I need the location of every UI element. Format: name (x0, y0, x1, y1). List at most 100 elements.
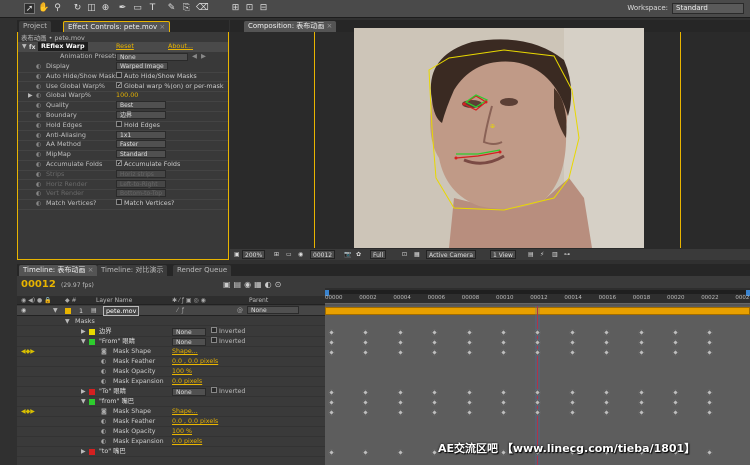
view-axis-icon[interactable]: ⊟ (258, 3, 269, 14)
keyframe-marker[interactable] (362, 448, 370, 457)
keyframe-marker[interactable] (465, 328, 473, 337)
prop-select[interactable]: 1x1 (116, 130, 166, 139)
checkbox[interactable] (116, 120, 122, 127)
keyframe-marker[interactable] (431, 408, 439, 417)
mask-row[interactable]: ▶ 边界 None Inverted (17, 327, 325, 337)
parent-select[interactable]: None (247, 306, 299, 314)
mask-row[interactable]: ▶ "to" 嘴巴 (17, 447, 325, 457)
keyframe-marker[interactable] (396, 348, 404, 357)
reset-link[interactable]: Reset (116, 42, 134, 52)
keyframe-marker[interactable] (465, 408, 473, 417)
stopwatch-icon[interactable]: ◐ (36, 180, 41, 190)
text-tool-icon[interactable]: T (147, 3, 158, 14)
keyframe-marker[interactable] (396, 408, 404, 417)
composition-viewer[interactable]: ⊕ (354, 28, 644, 248)
checkbox[interactable] (116, 199, 122, 206)
effect-name[interactable]: REflex Warp (38, 42, 88, 51)
mask-mode-select[interactable]: None (172, 328, 206, 336)
keyframe-marker[interactable] (327, 408, 336, 417)
keyframe-marker[interactable] (637, 348, 645, 357)
layer-label-color[interactable] (65, 308, 71, 314)
stopwatch-icon[interactable]: ◐ (36, 91, 41, 101)
checkbox[interactable] (116, 71, 122, 78)
stopwatch-icon[interactable]: ◐ (36, 131, 41, 141)
selection-tool-icon[interactable]: ➚ (24, 3, 35, 14)
keyframe-marker[interactable] (362, 398, 370, 407)
prop-select[interactable]: Faster (116, 140, 166, 149)
keyframe-marker[interactable] (396, 448, 404, 457)
mask-property-row[interactable]: ◐ Mask Opacity 100 % (17, 427, 325, 437)
camera-view-select[interactable]: Active Camera (426, 250, 477, 259)
prop-select[interactable]: Bottom-to-Top (116, 189, 167, 198)
keyframe-marker[interactable] (637, 398, 645, 407)
keyframe-marker[interactable] (431, 328, 439, 337)
layer-expand-icon[interactable]: ▼ (53, 307, 58, 314)
stopwatch-icon[interactable]: ◐ (36, 111, 41, 121)
pick-whip-icon[interactable]: @ (237, 307, 243, 314)
keyframe-marker[interactable] (396, 388, 404, 397)
stopwatch-icon[interactable]: ◐ (36, 82, 41, 92)
keyframe-marker[interactable] (671, 338, 680, 347)
tab-timeline-main[interactable]: Timeline: 表布动画 × (19, 265, 98, 276)
mask-row[interactable]: ▼ "from" 嘴巴 (17, 397, 325, 407)
keyframe-marker[interactable] (568, 408, 576, 417)
keyframe-marker[interactable] (706, 328, 714, 337)
checkbox[interactable]: ✓ (116, 160, 122, 167)
current-time-display[interactable]: 00012 (310, 250, 336, 259)
mask-color-swatch[interactable] (89, 449, 95, 455)
keyframe-marker[interactable] (603, 388, 611, 397)
tab-timeline-compare[interactable]: Timeline: 对比演示 (97, 265, 168, 276)
keyframe-marker[interactable] (671, 328, 680, 337)
keyframe-marker[interactable] (499, 398, 508, 407)
mask-name[interactable]: "To" 眼睛 (99, 387, 126, 397)
stopwatch-icon[interactable]: ◐ (101, 437, 106, 447)
world-axis-icon[interactable]: ⊡ (244, 3, 255, 14)
axis-mode-icon[interactable]: ⊞ (230, 3, 241, 14)
keyframe-marker[interactable] (706, 348, 714, 357)
about-link[interactable]: About... (168, 42, 193, 52)
keyframe-marker[interactable] (327, 388, 336, 397)
keyframe-navigator-icon[interactable]: ◀◆▶ (21, 407, 35, 417)
mask-mode-select[interactable]: None (172, 388, 206, 396)
keyframe-marker[interactable] (568, 338, 576, 347)
keyframe-marker[interactable] (637, 328, 645, 337)
resolution-select[interactable]: Full (370, 250, 387, 259)
checkbox[interactable]: ✓ (116, 81, 122, 88)
mask-color-swatch[interactable] (89, 339, 95, 345)
keyframe-marker[interactable] (499, 388, 508, 397)
keyframe-marker[interactable] (671, 408, 680, 417)
keyframe-marker[interactable] (706, 448, 714, 457)
stopwatch-active-icon[interactable]: ◙ (101, 347, 107, 357)
keyframe-marker[interactable] (327, 338, 336, 347)
hand-tool-icon[interactable]: ✋ (38, 3, 49, 14)
keyframe-marker[interactable] (568, 398, 576, 407)
take-snapshot-icon[interactable]: 📷 (342, 250, 353, 259)
show-channel-icon[interactable]: ✿ (354, 250, 363, 259)
mask-color-swatch[interactable] (89, 329, 95, 335)
keyframe-marker[interactable] (671, 348, 680, 357)
magnification-select[interactable]: 200% (242, 250, 266, 259)
keyframe-marker[interactable] (603, 398, 611, 407)
keyframe-marker[interactable] (603, 328, 611, 337)
keyframe-marker[interactable] (362, 408, 370, 417)
mask-property-row[interactable]: ◐ Mask Feather 0.0 , 0.0 pixels (17, 417, 325, 427)
mask-property-row[interactable]: ◀◆▶ ◙ Mask Shape Shape... (17, 407, 325, 417)
prop-select[interactable]: 边界 (116, 111, 166, 119)
keyframe-marker[interactable] (431, 398, 439, 407)
rotate-tool-icon[interactable]: ↻ (72, 3, 83, 14)
stopwatch-icon[interactable]: ◐ (36, 62, 41, 72)
workspace-select[interactable]: Standard (672, 3, 744, 14)
masks-group-row[interactable]: ▼ Masks (17, 317, 325, 326)
stopwatch-active-icon[interactable]: ◙ (101, 407, 107, 417)
mask-expand-icon[interactable]: ▼ (81, 397, 86, 407)
masks-expand-icon[interactable]: ▼ (65, 318, 70, 325)
transparency-grid-icon[interactable]: ▦ (412, 250, 422, 259)
column-parent[interactable]: Parent (249, 297, 268, 304)
keyframe-marker[interactable] (396, 338, 404, 347)
layer-switches[interactable]: ⁄ ƒ (177, 307, 184, 314)
mask-expand-icon[interactable]: ▼ (81, 337, 86, 347)
prop-select[interactable]: Standard (116, 150, 166, 159)
property-value[interactable]: 0.0 , 0.0 pixels (172, 417, 218, 427)
time-navigator[interactable] (325, 290, 750, 294)
keyframe-marker[interactable] (568, 348, 576, 357)
